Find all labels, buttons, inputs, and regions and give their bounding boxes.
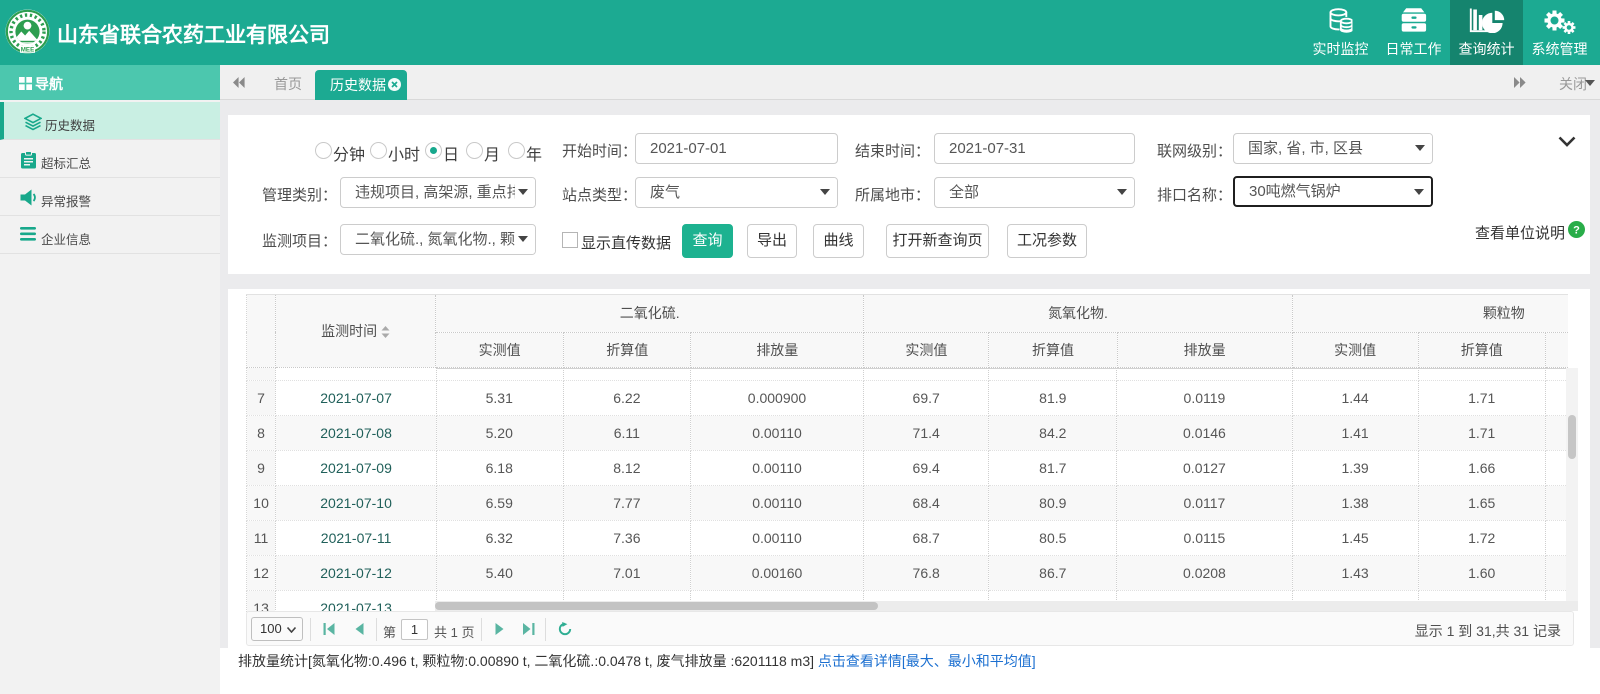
svg-text:MEE: MEE xyxy=(21,47,34,54)
svg-text:?: ? xyxy=(1573,225,1580,237)
